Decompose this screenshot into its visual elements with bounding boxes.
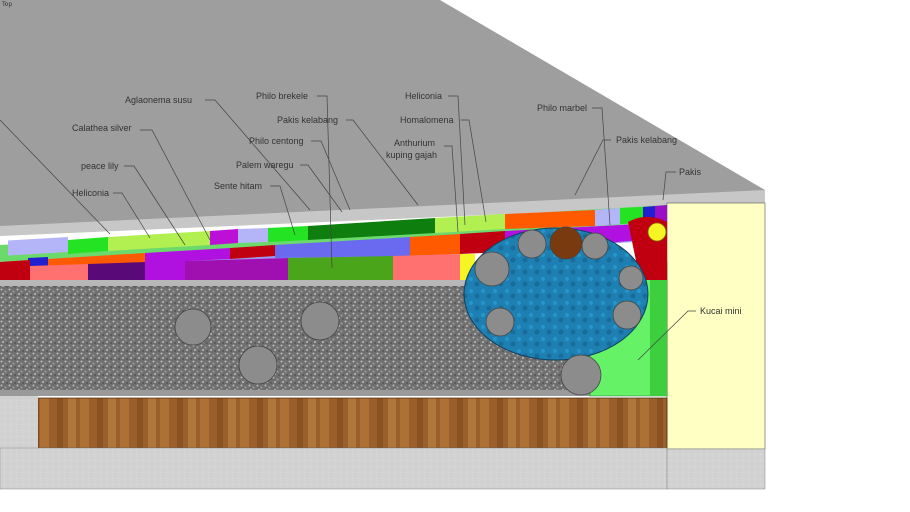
concrete-floor — [0, 447, 668, 490]
label-kucai-mini: Kucai mini — [700, 306, 742, 316]
kucai-mini-shade — [650, 262, 667, 396]
label-pakis-kelabang-2: Pakis kelabang — [616, 135, 677, 145]
stone — [238, 345, 278, 385]
stone — [549, 226, 583, 260]
label-pakis-kelabang-1: Pakis kelabang — [277, 115, 338, 125]
label-heliconia-left: Heliconia — [72, 188, 109, 198]
concrete-floor-right — [666, 448, 766, 490]
pot-ring-yellow — [647, 222, 667, 242]
gravel-bottom-edge — [0, 390, 667, 396]
label-homalomena: Homalomena — [400, 115, 454, 125]
stone — [612, 300, 642, 330]
stone — [474, 251, 510, 287]
label-heliconia-right: Heliconia — [405, 91, 442, 101]
stone — [174, 308, 212, 346]
label-philo-brekele: Philo brekele — [256, 91, 308, 101]
label-kuping-gajah: kuping gajah — [386, 150, 437, 160]
label-calathea-silver: Calathea silver — [72, 123, 132, 133]
stone — [560, 354, 602, 396]
label-philo-centong: Philo centong — [249, 136, 304, 146]
label-anthurium: Anthurium — [394, 138, 435, 148]
stone — [300, 301, 340, 341]
stone — [485, 307, 515, 337]
label-philo-marbel: Philo marbel — [537, 103, 587, 113]
label-pakis: Pakis — [679, 167, 702, 177]
label-palem-waregu: Palem waregu — [236, 160, 294, 170]
stone — [517, 229, 547, 259]
wood-deck — [37, 397, 668, 449]
garden-section-diagram: Top Aglaonema susu Calathea silver peace… — [0, 0, 766, 490]
label-aglaonema-susu: Aglaonema susu — [125, 95, 192, 105]
concrete-left — [0, 396, 38, 448]
stone — [581, 232, 609, 260]
side-wall — [666, 202, 766, 450]
label-sente-hitam: Sente hitam — [214, 181, 262, 191]
stone — [618, 265, 644, 291]
label-peace-lily: peace lily — [81, 161, 119, 171]
view-label: Top — [1, 1, 12, 8]
